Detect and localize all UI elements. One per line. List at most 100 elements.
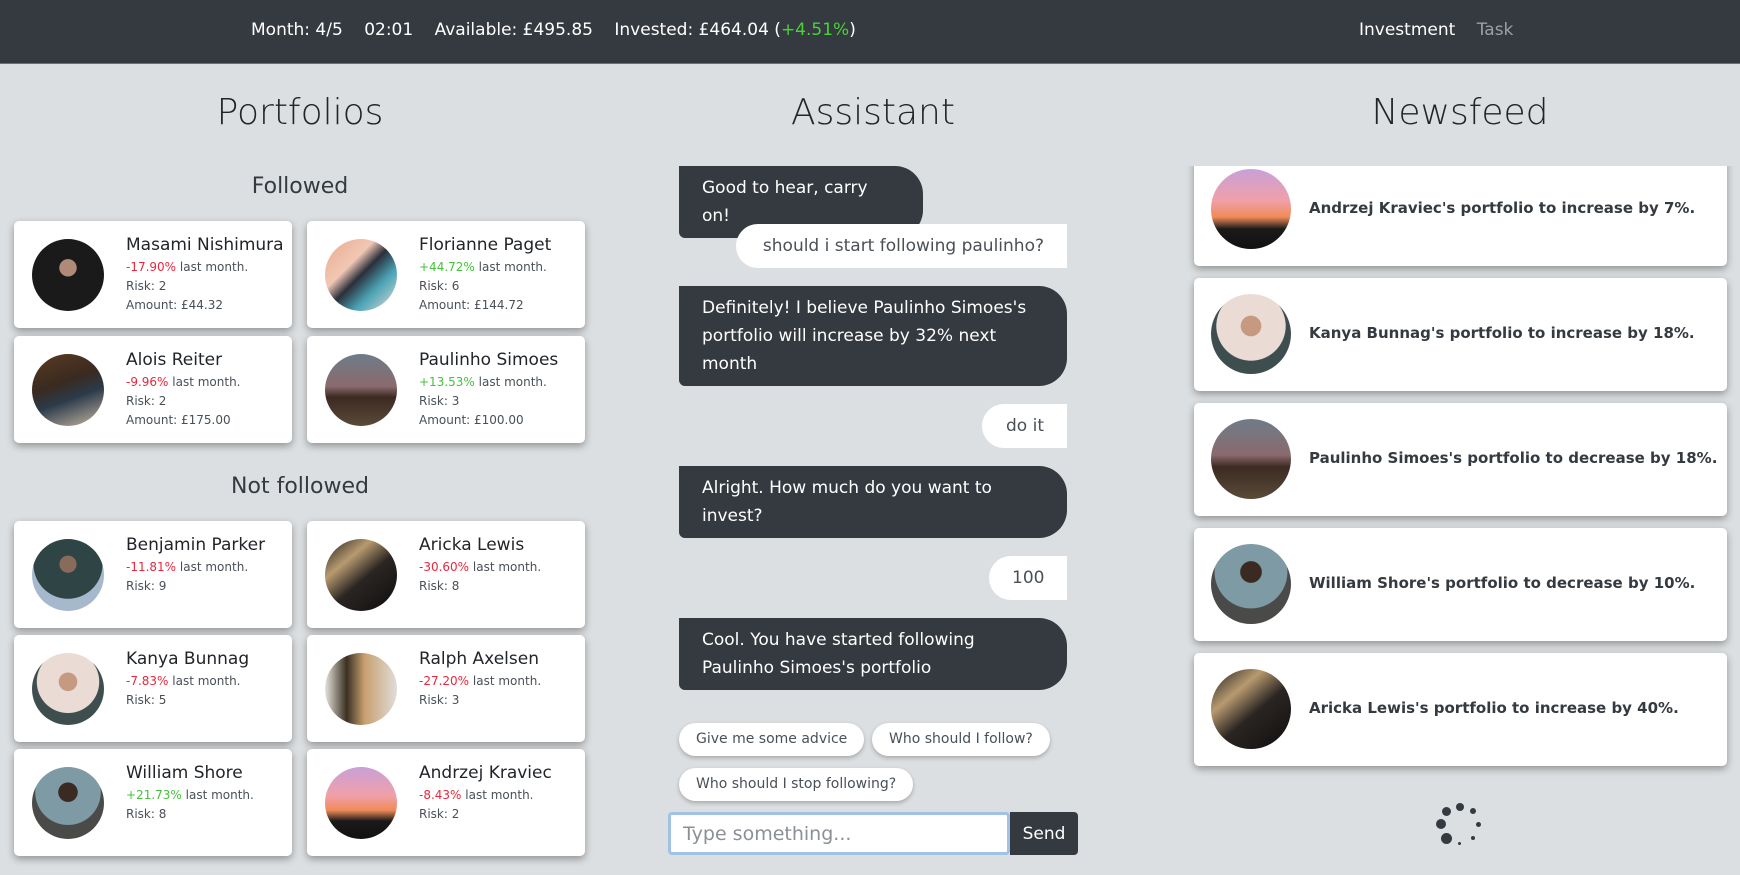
portfolio-change-suffix: last month. — [168, 375, 241, 389]
assistant-message: Definitely! I believe Paulinho Simoes's … — [679, 286, 1067, 386]
newsfeed-list[interactable]: Andrzej Kraviec's portfolio to increase … — [1180, 166, 1740, 875]
news-item[interactable]: Kanya Bunnag's portfolio to increase by … — [1194, 278, 1727, 391]
month-indicator: Month: 4/5 — [251, 20, 343, 40]
followed-title: Followed — [251, 174, 349, 199]
portfolio-change-suffix: last month. — [474, 375, 547, 389]
suggestion-who-follow[interactable]: Who should I follow? — [872, 723, 1050, 756]
avatar — [1211, 169, 1291, 249]
portfolio-amount: Amount: £144.72 — [419, 298, 524, 312]
portfolio-name: Aricka Lewis — [419, 535, 525, 555]
portfolio-card[interactable]: Aricka Lewis -30.60% last month. Risk: 8 — [307, 521, 585, 628]
portfolio-change-suffix: last month. — [168, 674, 241, 688]
portfolio-change-line: +44.72% last month. — [419, 258, 551, 277]
avatar — [325, 653, 397, 725]
top-nav: Investment Task — [1359, 20, 1529, 40]
assistant-message: Cool. You have started following Paulinh… — [679, 618, 1067, 690]
avatar — [325, 354, 397, 426]
portfolio-card[interactable]: Andrzej Kraviec -8.43% last month. Risk: 2 — [307, 749, 585, 856]
portfolio-info: Ralph Axelsen -27.20% last month. Risk: 3 — [419, 649, 541, 710]
portfolio-change-line: +21.73% last month. — [126, 786, 254, 805]
nav-investment[interactable]: Investment — [1359, 20, 1455, 40]
portfolio-risk: Risk: 2 — [126, 279, 167, 293]
status-summary: Month: 4/5 02:01 Available: £495.85 Inve… — [251, 20, 856, 40]
news-text: Andrzej Kraviec's portfolio to increase … — [1309, 199, 1696, 217]
portfolio-name: Benjamin Parker — [126, 535, 266, 555]
portfolio-card[interactable]: William Shore +21.73% last month. Risk: 8 — [14, 749, 292, 856]
portfolio-change-suffix: last month. — [474, 260, 547, 274]
portfolio-change: +44.72% — [419, 260, 475, 274]
portfolio-change-suffix: last month. — [469, 674, 542, 688]
send-button[interactable]: Send — [1010, 812, 1078, 855]
available-balance: Available: £495.85 — [434, 20, 593, 40]
portfolio-name: Florianne Paget — [419, 235, 552, 255]
portfolio-amount: Amount: £44.32 — [126, 298, 224, 312]
news-item[interactable]: William Shore's portfolio to decrease by… — [1194, 528, 1727, 641]
portfolio-change-line: -17.90% last month. — [126, 258, 284, 277]
portfolio-card[interactable]: Benjamin Parker -11.81% last month. Risk: … — [14, 521, 292, 628]
portfolio-name: Masami Nishimura — [126, 235, 284, 255]
portfolio-info: Aricka Lewis -30.60% last month. Risk: 8 — [419, 535, 541, 596]
portfolio-info: William Shore +21.73% last month. Risk: 8 — [126, 763, 254, 824]
portfolio-card[interactable]: Ralph Axelsen -27.20% last month. Risk: 3 — [307, 635, 585, 742]
assistant-message: Alright. How much do you want to invest? — [679, 466, 1067, 538]
portfolio-info: Andrzej Kraviec -8.43% last month. Risk: 2 — [419, 763, 552, 824]
message-input[interactable] — [671, 815, 1007, 852]
portfolio-info: Benjamin Parker -11.81% last month. Risk: … — [126, 535, 265, 596]
portfolio-risk: Risk: 2 — [126, 394, 167, 408]
portfolio-risk: Risk: 6 — [419, 279, 460, 293]
portfolio-change: -9.96% — [126, 375, 169, 389]
portfolio-change-line: +13.53% last month. — [419, 373, 558, 392]
news-text: Aricka Lewis's portfolio to increase by … — [1309, 699, 1679, 717]
suggestion-advice[interactable]: Give me some advice — [679, 723, 865, 756]
portfolio-risk: Risk: 3 — [419, 693, 460, 707]
not-followed-title: Not followed — [231, 474, 369, 499]
top-bar: Month: 4/5 02:01 Available: £495.85 Inve… — [0, 0, 1740, 64]
portfolio-change: -30.60% — [419, 560, 470, 574]
portfolio-change-line: -30.60% last month. — [419, 558, 541, 577]
portfolio-risk: Risk: 8 — [419, 579, 460, 593]
news-text: Kanya Bunnag's portfolio to increase by … — [1309, 324, 1695, 342]
portfolio-name: Alois Reiter — [126, 350, 223, 370]
portfolio-change: -11.81% — [126, 560, 177, 574]
portfolio-info: Kanya Bunnag -7.83% last month. Risk: 5 — [126, 649, 249, 710]
avatar — [32, 653, 104, 725]
loading-spinner-icon — [1436, 803, 1484, 851]
portfolio-name: William Shore — [126, 763, 243, 783]
avatar — [32, 539, 104, 611]
portfolio-change-suffix: last month. — [176, 260, 249, 274]
portfolio-change-suffix: last month. — [176, 560, 249, 574]
portfolio-change-line: -11.81% last month. — [126, 558, 265, 577]
portfolio-change-line: -9.96% last month. — [126, 373, 241, 392]
avatar — [1211, 669, 1291, 749]
invested-amount: Invested: £464.04 ( — [614, 20, 781, 40]
assistant-title: Assistant — [790, 92, 955, 133]
portfolio-change: -7.83% — [126, 674, 169, 688]
portfolio-change: -27.20% — [419, 674, 470, 688]
portfolios-title: Portfolios — [216, 92, 384, 133]
news-item[interactable]: Andrzej Kraviec's portfolio to increase … — [1194, 166, 1727, 266]
portfolio-card[interactable]: Kanya Bunnag -7.83% last month. Risk: 5 — [14, 635, 292, 742]
portfolio-card[interactable]: Alois Reiter -9.96% last month. Risk: 2 Amo… — [14, 336, 292, 443]
newsfeed-title: Newsfeed — [1371, 92, 1549, 133]
portfolio-change-suffix: last month. — [181, 788, 254, 802]
portfolio-change: -17.90% — [126, 260, 177, 274]
portfolio-change-line: -8.43% last month. — [419, 786, 552, 805]
time-indicator: 02:01 — [364, 20, 414, 40]
portfolio-amount: Amount: £175.00 — [126, 413, 231, 427]
portfolio-card[interactable]: Florianne Paget +44.72% last month. Risk: … — [307, 221, 585, 328]
suggestion-who-stop[interactable]: Who should I stop following? — [679, 768, 914, 801]
portfolio-card[interactable]: Paulinho Simoes +13.53% last month. Risk: … — [307, 336, 585, 443]
portfolio-change: +13.53% — [419, 375, 475, 389]
avatar — [1211, 294, 1291, 374]
user-message: 100 — [989, 556, 1067, 600]
portfolio-info: Masami Nishimura -17.90% last month. Risk:… — [126, 235, 284, 315]
portfolio-info: Alois Reiter -9.96% last month. Risk: 2 Amo… — [126, 350, 241, 430]
portfolio-card[interactable]: Masami Nishimura -17.90% last month. Risk:… — [14, 221, 292, 328]
avatar — [325, 539, 397, 611]
nav-task[interactable]: Task — [1477, 20, 1514, 40]
avatar — [325, 767, 397, 839]
news-item[interactable]: Paulinho Simoes's portfolio to decrease … — [1194, 403, 1727, 516]
news-item[interactable]: Aricka Lewis's portfolio to increase by … — [1194, 653, 1727, 766]
avatar — [32, 239, 104, 311]
portfolio-change-suffix: last month. — [461, 788, 534, 802]
